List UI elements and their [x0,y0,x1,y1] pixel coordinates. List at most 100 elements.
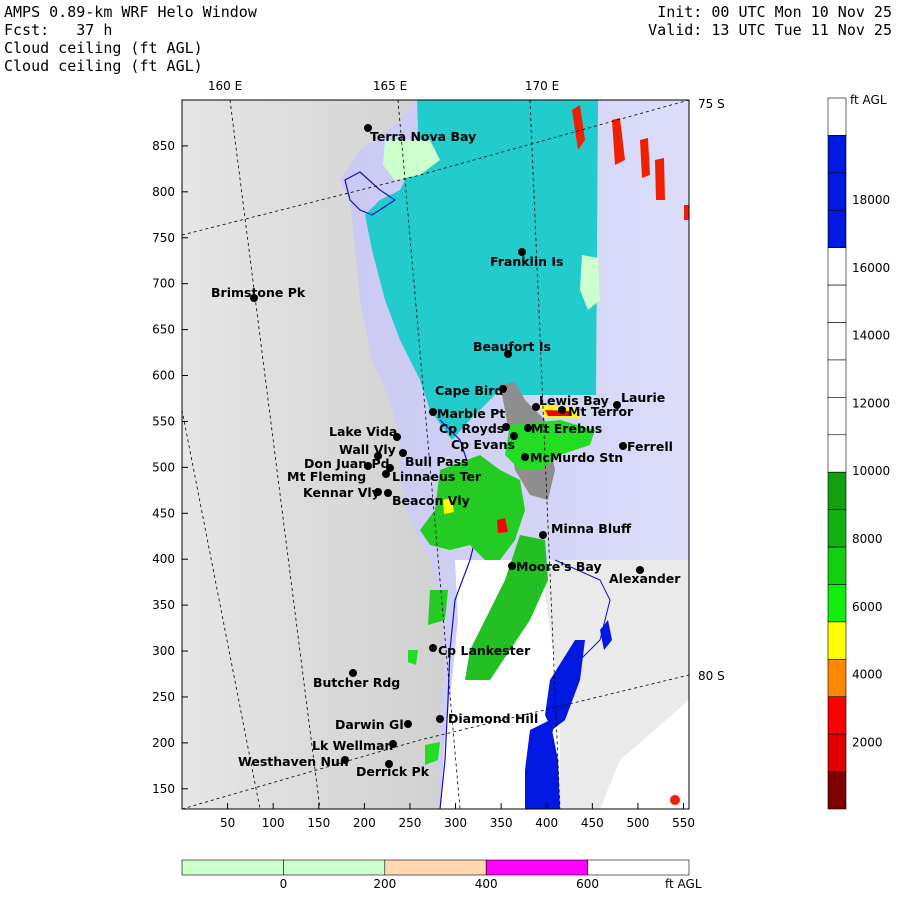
colorbar-right-segment [827,172,847,211]
colorbar-right: 18000 16000 14000 12000 10000 8000 6000 4000 200… [827,97,890,810]
y-tick-label: 200 [152,736,175,750]
colorbar-right-segment [827,247,847,286]
station-label: Marble Pt [437,406,505,421]
colorbar-bottom-segment [283,859,386,876]
colorbar-bottom-unit: ft AGL [665,877,702,891]
x-tick-label: 500 [626,816,649,830]
y-tick-label: 450 [152,506,175,520]
lon-label-165e: 165 E [373,79,407,93]
colorbar-right-segment [827,696,847,735]
station-label: Beacon Vly [392,493,470,508]
station-label: Derrick Pk [356,764,430,779]
colorbar-right-segment [827,509,847,548]
station-marker [429,408,437,416]
y-tick-label: 550 [152,414,175,428]
station-label: Cape Bird [435,383,503,398]
x-tick-label: 250 [399,816,422,830]
colorbar-right-segment [827,135,847,174]
colorbar-right-label: 2000 [852,735,883,749]
y-tick-label: 800 [152,185,175,199]
lat-label-75s: 75 S [698,97,725,111]
station-label: Beaufort Is [473,339,551,354]
colorbar-right-segment [827,733,847,772]
station-marker [558,406,566,414]
colorbar-right-segment [827,97,847,136]
station-label: Darwin Gl [335,717,404,732]
x-tick-label: 350 [490,816,513,830]
x-tick-label: 50 [220,816,235,830]
colorbar-right-segment [827,546,847,585]
cloud-ceiling-red-8 [670,795,680,805]
colorbar-bottom-segment [384,859,487,876]
station-label: Franklin Is [490,254,563,269]
station-label: Minna Bluff [551,521,632,536]
station-label: Mt Terror [568,404,634,419]
colorbar-bottom-label: 200 [373,877,396,891]
station-label: Terra Nova Bay [370,129,476,144]
colorbar-right-label: 16000 [852,261,890,275]
station-label: Mt Fleming [287,469,366,484]
colorbar-right-label: 12000 [852,396,890,410]
station-label: Moore's Bay [516,559,602,574]
map-figure: 160 E 165 E 170 E 75 S 80 S 50 100 150 200 2… [152,79,890,891]
y-axis: 850 800 750 700 650 600 550 500 450 400 350 300 250 2… [152,139,188,796]
colorbar-right-label: 6000 [852,600,883,614]
station-label: Cp Lankester [438,643,531,658]
colorbar-bottom-segment [181,859,284,876]
colorbar-bottom: 0 200 400 600 [181,859,690,891]
colorbar-right-label: 18000 [852,193,890,207]
x-tick-label: 150 [307,816,330,830]
x-tick-label: 300 [444,816,467,830]
colorbar-right-segment [827,659,847,698]
cloud-ceiling-red-7 [684,205,689,220]
colorbar-right-segment [827,621,847,660]
station-marker [382,470,390,478]
colorbar-right-segment [827,434,847,473]
lon-label-160e: 160 E [208,79,242,93]
station-label: Cp Royds [439,421,504,436]
colorbar-right-segment [827,397,847,436]
y-tick-label: 300 [152,644,175,658]
station-marker [436,715,444,723]
station-marker [521,453,529,461]
y-tick-label: 150 [152,782,175,796]
station-marker [404,720,412,728]
station-label: Linnaeus Ter [392,469,482,484]
colorbar-right-segment [827,209,847,248]
station-marker [539,531,547,539]
station-label: Lake Vida [329,424,397,439]
x-tick-label: 450 [581,816,604,830]
station-label: Kennar Vly [303,485,380,500]
y-tick-label: 400 [152,552,175,566]
x-tick-label: 200 [353,816,376,830]
station-marker [429,644,437,652]
x-tick-label: 100 [262,816,285,830]
station-label: Butcher Rdg [313,675,400,690]
station-label: Alexander [609,571,681,586]
colorbar-right-segment [827,284,847,323]
colorbar-right-label: 8000 [852,532,883,546]
cloud-ceiling-red-6 [655,158,665,200]
colorbar-bottom-label: 600 [576,877,599,891]
lat-label-80s: 80 S [698,669,725,683]
colorbar-right-segment [827,322,847,361]
y-tick-label: 750 [152,231,175,245]
cloud-ceiling-green-4 [428,590,448,625]
station-label: Wall Vly [339,442,396,457]
colorbar-right-unit: ft AGL [850,93,887,107]
colorbar-bottom-label: 0 [280,877,288,891]
y-tick-label: 500 [152,460,175,474]
station-label: Diamond Hill [448,711,538,726]
station-label: Lk Wellman [312,738,393,753]
station-label: McMurdo Stn [530,450,623,465]
station-marker [508,562,516,570]
y-tick-label: 600 [152,369,175,383]
colorbar-right-label: 14000 [852,329,890,343]
station-label: Westhaven Nun [238,754,349,769]
lon-label-170e: 170 E [525,79,559,93]
y-tick-label: 850 [152,139,175,153]
station-label: Brimstone Pk [211,285,306,300]
station-label: Cp Evans [451,437,515,452]
colorbar-right-segment [827,471,847,510]
station-marker [619,442,627,450]
